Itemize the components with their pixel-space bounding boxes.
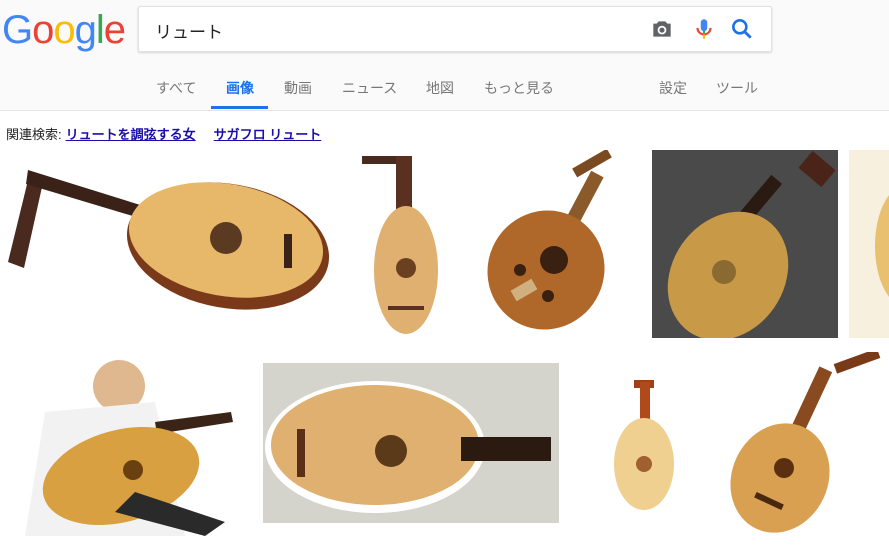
image-result[interactable] [476, 150, 646, 338]
search-box [138, 6, 772, 52]
tab-tools[interactable]: ツール [716, 78, 758, 98]
microphone-icon[interactable] [691, 16, 717, 42]
tab-news[interactable]: ニュース [342, 78, 397, 98]
image-result[interactable] [724, 352, 884, 540]
image-result[interactable] [0, 150, 340, 338]
tab-videos[interactable]: 動画 [284, 78, 312, 98]
image-result[interactable] [652, 150, 838, 338]
logo-letter: g [74, 8, 97, 52]
camera-icon[interactable] [649, 16, 675, 42]
related-searches: 関連検索: リュートを調弦する女 サガフロ リュート [6, 124, 321, 143]
related-link-1[interactable]: リュートを調弦する女 [66, 127, 196, 142]
tab-maps[interactable]: 地図 [426, 78, 454, 98]
logo-letter: o [32, 8, 54, 52]
image-result[interactable] [600, 374, 680, 514]
related-label: 関連検索: [6, 127, 62, 142]
header: Google すべて 画像 動画 ニュース 地図 もっと見る 設定 ツール [0, 0, 889, 111]
related-link-2[interactable]: サガフロ リュート [214, 127, 322, 142]
image-result[interactable] [263, 363, 559, 523]
logo-letter: e [103, 8, 126, 52]
image-result[interactable] [849, 150, 889, 338]
search-icon[interactable] [729, 16, 755, 42]
logo-letter: l [95, 8, 105, 52]
image-result[interactable] [358, 150, 458, 338]
logo-letter: o [53, 8, 75, 52]
tab-bar: すべて 画像 動画 ニュース 地図 もっと見る 設定 ツール [0, 66, 889, 110]
tab-settings[interactable]: 設定 [659, 78, 687, 98]
logo-letter: G [2, 8, 33, 52]
search-input[interactable] [153, 17, 637, 43]
tab-more[interactable]: もっと見る [484, 78, 554, 98]
tab-all[interactable]: すべて [156, 78, 196, 98]
google-logo[interactable]: Google [2, 8, 126, 53]
tab-images[interactable]: 画像 [226, 78, 254, 98]
image-result[interactable] [5, 352, 251, 536]
active-tab-indicator [211, 106, 268, 109]
